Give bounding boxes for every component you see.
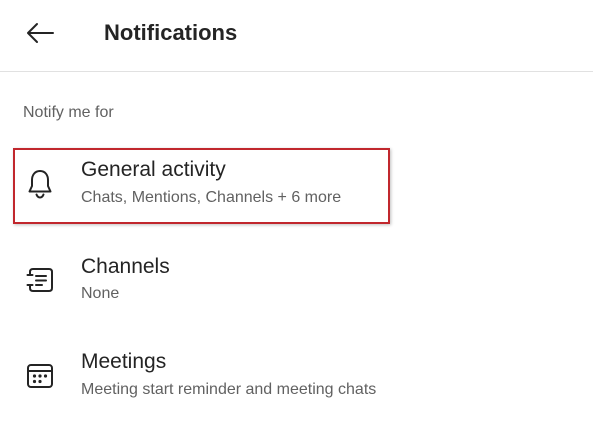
general-activity-item[interactable]: General activity Chats, Mentions, Channe… bbox=[0, 150, 593, 224]
item-subtitle: None bbox=[81, 285, 120, 302]
app-header: Notifications bbox=[0, 0, 593, 72]
arrow-left-icon bbox=[27, 23, 54, 43]
channels-icon bbox=[24, 264, 56, 296]
notifications-screen: Notifications Notify me for General acti… bbox=[0, 0, 593, 421]
bell-icon bbox=[24, 168, 56, 200]
channels-item[interactable]: Channels None bbox=[0, 247, 593, 321]
item-title: Meetings bbox=[81, 350, 167, 373]
item-title: Channels bbox=[81, 255, 170, 278]
back-button[interactable] bbox=[22, 16, 58, 50]
page-title: Notifications bbox=[104, 20, 238, 45]
calendar-icon bbox=[24, 360, 56, 392]
item-subtitle: Chats, Mentions, Channels + 6 more bbox=[81, 189, 342, 206]
meetings-item[interactable]: Meetings Meeting start reminder and meet… bbox=[0, 343, 593, 417]
item-subtitle: Meeting start reminder and meeting chats bbox=[81, 381, 377, 398]
item-title: General activity bbox=[81, 158, 226, 181]
section-label: Notify me for bbox=[23, 104, 114, 121]
